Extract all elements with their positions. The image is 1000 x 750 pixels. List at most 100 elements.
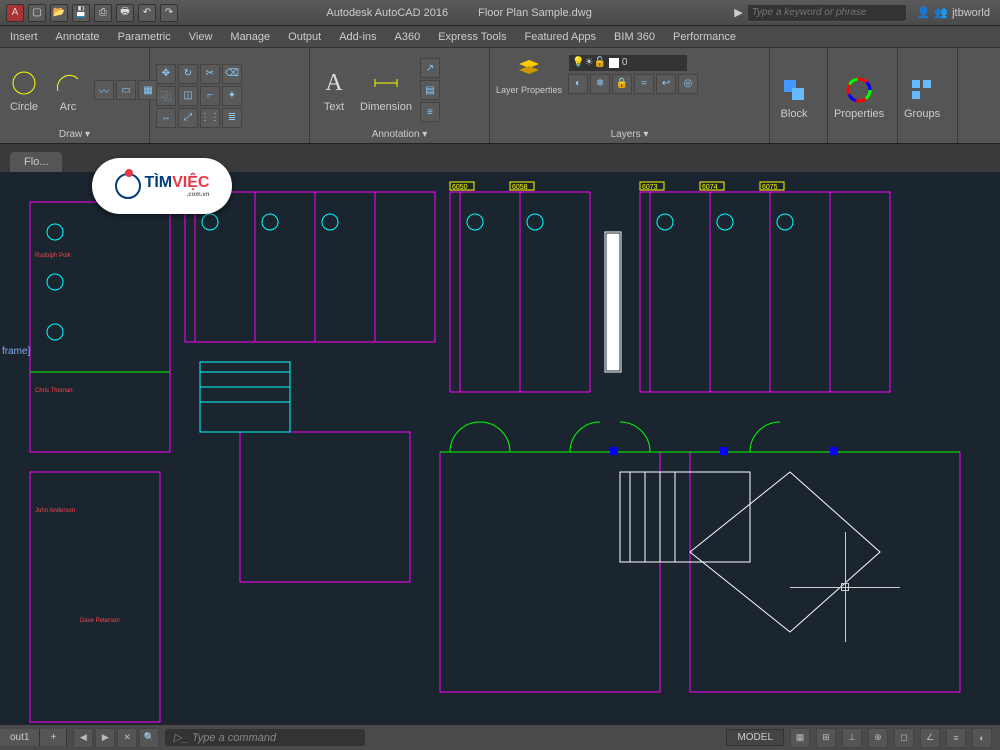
- mirror-icon[interactable]: ◫: [178, 86, 198, 106]
- circle-icon: [8, 67, 40, 99]
- block-button[interactable]: Block: [776, 74, 812, 120]
- snap-toggle-icon[interactable]: ⊞: [816, 728, 836, 748]
- groups-icon: [906, 74, 938, 106]
- search-input[interactable]: [747, 4, 907, 22]
- layer-lock-icon[interactable]: 🔒: [612, 74, 632, 94]
- nav-left-icon[interactable]: ◀: [73, 728, 93, 748]
- dimension-button[interactable]: Dimension: [360, 67, 412, 113]
- trim-icon[interactable]: ✂: [200, 64, 220, 84]
- svg-text:6058: 6058: [512, 184, 528, 191]
- modify-tools: ✥ ↻ ✂ ⌫ ⿻ ◫ ⌐ ✦ ↔ ⤢ ⋮⋮ ≣: [156, 64, 242, 128]
- layer-prev-icon[interactable]: ↩: [656, 74, 676, 94]
- new-file-icon[interactable]: ▢: [28, 4, 46, 22]
- plot-icon[interactable]: 🖶: [116, 4, 134, 22]
- move-icon[interactable]: ✥: [156, 64, 176, 84]
- offset-icon[interactable]: ≣: [222, 108, 242, 128]
- nav-close-icon[interactable]: ✕: [117, 728, 137, 748]
- otrack-toggle-icon[interactable]: ∠: [920, 728, 940, 748]
- menu-bim360[interactable]: BIM 360: [614, 31, 655, 43]
- layer-properties-button[interactable]: Layer Properties: [496, 52, 562, 95]
- polyline-icon[interactable]: 〰: [94, 80, 114, 100]
- file-name: Floor Plan Sample.dwg: [478, 7, 592, 19]
- menu-a360[interactable]: A360: [395, 31, 421, 43]
- saveas-icon[interactable]: ⎙: [94, 4, 112, 22]
- lock-icon: 🔓: [593, 57, 605, 68]
- panel-annotation: A Text Dimension ↗ ▤ ≡ Annotation ▾: [310, 48, 490, 143]
- array-icon[interactable]: ⋮⋮: [200, 108, 220, 128]
- rotate-icon[interactable]: ↻: [178, 64, 198, 84]
- groups-button[interactable]: Groups: [904, 74, 940, 120]
- panel-groups: Groups: [898, 48, 958, 143]
- redo-icon[interactable]: ↷: [160, 4, 178, 22]
- svg-text:John Anderson: John Anderson: [35, 508, 75, 514]
- panel-label-annotation[interactable]: Annotation ▾: [316, 128, 483, 141]
- lineweight-toggle-icon[interactable]: ≡: [946, 728, 966, 748]
- logo-text-1: TÌM: [145, 174, 173, 191]
- mtext-icon[interactable]: ≡: [420, 102, 440, 122]
- layer-combo[interactable]: 💡 ☀ 🔓 0: [568, 54, 688, 72]
- panel-label-modify[interactable]: [156, 139, 303, 141]
- panel-label-layers[interactable]: Layers ▾: [496, 128, 763, 141]
- drawing-canvas[interactable]: frame]: [0, 172, 1000, 724]
- menu-annotate[interactable]: Annotate: [56, 31, 100, 43]
- logo-text-2: VIỆC: [172, 174, 209, 191]
- leader-icon[interactable]: ↗: [420, 58, 440, 78]
- text-button[interactable]: A Text: [316, 67, 352, 113]
- nav-search-icon[interactable]: 🔍: [139, 728, 159, 748]
- scale-icon[interactable]: ⤢: [178, 108, 198, 128]
- undo-icon[interactable]: ↶: [138, 4, 156, 22]
- panel-label-draw[interactable]: Draw ▾: [6, 128, 143, 141]
- erase-icon[interactable]: ⌫: [222, 64, 242, 84]
- fillet-icon[interactable]: ⌐: [200, 86, 220, 106]
- osnap-toggle-icon[interactable]: ◻: [894, 728, 914, 748]
- layer-match-icon[interactable]: ≈: [634, 74, 654, 94]
- stretch-icon[interactable]: ↔: [156, 108, 176, 128]
- arc-icon: [52, 67, 84, 99]
- circle-button[interactable]: Circle: [6, 67, 42, 113]
- layer-freeze-icon[interactable]: ❄: [590, 74, 610, 94]
- signin-icon: 👤: [917, 6, 931, 19]
- open-file-icon[interactable]: 📂: [50, 4, 68, 22]
- document-tab[interactable]: Flo...: [10, 152, 62, 172]
- frame-label: frame]: [2, 346, 30, 357]
- table-icon[interactable]: ▤: [420, 80, 440, 100]
- copy-icon[interactable]: ⿻: [156, 86, 176, 106]
- save-icon[interactable]: 💾: [72, 4, 90, 22]
- ortho-toggle-icon[interactable]: ⊥: [842, 728, 862, 748]
- layer-off-icon[interactable]: ◐: [568, 74, 588, 94]
- polar-toggle-icon[interactable]: ⊕: [868, 728, 888, 748]
- rectangle-icon[interactable]: ▭: [116, 80, 136, 100]
- menu-addins[interactable]: Add-ins: [339, 31, 376, 43]
- model-space-button[interactable]: MODEL: [726, 729, 784, 746]
- menu-parametric[interactable]: Parametric: [118, 31, 171, 43]
- menu-featured[interactable]: Featured Apps: [524, 31, 596, 43]
- app-menu-button[interactable]: A: [6, 4, 24, 22]
- layer-tools: ◐ ❄ 🔒 ≈ ↩ ◎: [568, 74, 698, 94]
- svg-text:6050: 6050: [452, 184, 468, 191]
- arc-button[interactable]: Arc: [50, 67, 86, 113]
- panel-draw: Circle Arc 〰 ▭ ▦ Draw ▾: [0, 48, 150, 143]
- layer-iso-icon[interactable]: ◎: [678, 74, 698, 94]
- nav-right-icon[interactable]: ▶: [95, 728, 115, 748]
- properties-button[interactable]: Properties: [834, 74, 884, 120]
- grid-toggle-icon[interactable]: ▦: [790, 728, 810, 748]
- menu-insert[interactable]: Insert: [10, 31, 38, 43]
- title-text: Autodesk AutoCAD 2016 Floor Plan Sample.…: [184, 7, 734, 19]
- menu-output[interactable]: Output: [288, 31, 321, 43]
- color-wheel-icon: [843, 74, 875, 106]
- panel-modify: ✥ ↻ ✂ ⌫ ⿻ ◫ ⌐ ✦ ↔ ⤢ ⋮⋮ ≣: [150, 48, 310, 143]
- layout-tab[interactable]: out1: [0, 729, 40, 746]
- signin-area[interactable]: 👤 👥 jtbworld: [907, 6, 1000, 19]
- menu-performance[interactable]: Performance: [673, 31, 736, 43]
- command-line[interactable]: ▷_ Type a command: [165, 729, 365, 746]
- menu-view[interactable]: View: [189, 31, 213, 43]
- menu-manage[interactable]: Manage: [230, 31, 270, 43]
- layout-add-button[interactable]: +: [40, 729, 67, 746]
- explode-icon[interactable]: ✦: [222, 86, 242, 106]
- sun-icon: ☀: [585, 57, 594, 68]
- menu-express[interactable]: Express Tools: [438, 31, 506, 43]
- lightbulb-icon: 💡: [572, 57, 584, 68]
- svg-text:Dave Peterson: Dave Peterson: [80, 618, 120, 624]
- transparency-toggle-icon[interactable]: ◐: [972, 728, 992, 748]
- username: jtbworld: [952, 7, 990, 19]
